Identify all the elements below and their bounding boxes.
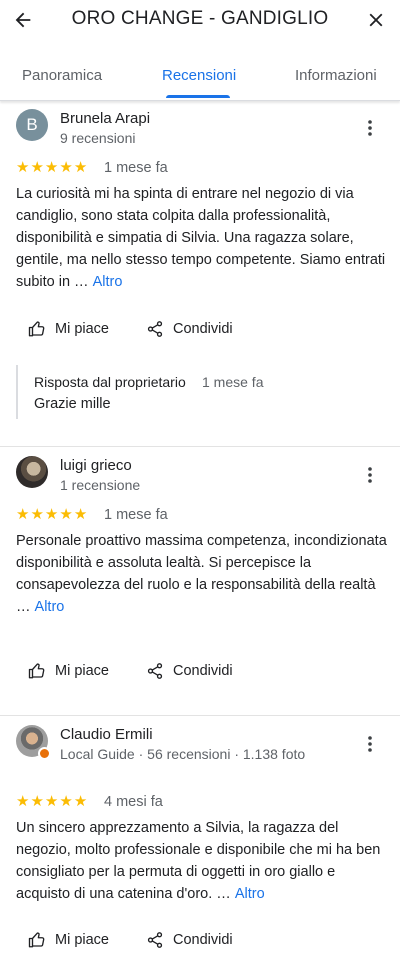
star-icon: ★ (59, 506, 73, 523)
star-icon: ★ (59, 793, 73, 810)
like-label: Mi piace (55, 321, 109, 337)
top-app-bar: ORO CHANGE - GANDIGLIO (0, 0, 400, 42)
review-card: Claudio Ermili Local Guide · 56 recensio… (0, 716, 400, 954)
star-icon: ★ (73, 793, 88, 810)
tab-selected-indicator (166, 95, 230, 98)
more-vert-icon[interactable] (360, 463, 380, 487)
star-icon: ★ (44, 159, 59, 176)
more-link[interactable]: Altro (235, 886, 265, 902)
review-text-content: La curiosità mi ha spinta di entrare nel… (16, 186, 386, 290)
star-rating: ★ ★ ★ ★ ★ (16, 160, 88, 176)
tab-bar: Panoramica Recensioni Informazioni (0, 42, 400, 101)
share-button[interactable]: Condividi (146, 657, 233, 685)
share-icon (147, 932, 163, 948)
star-icon: ★ (16, 506, 30, 523)
avatar[interactable] (16, 725, 51, 760)
review-text-content: Un sincero apprezzamento a Silvia, la ra… (16, 820, 381, 902)
star-icon: ★ (30, 506, 44, 523)
star-icon: ★ (59, 159, 73, 176)
like-button[interactable]: Mi piace (28, 315, 109, 343)
more-link[interactable]: Altro (93, 274, 123, 290)
reviewer-meta: Local Guide · 56 recensioni · 1.138 foto (60, 746, 306, 762)
owner-reply-text: Grazie mille (34, 396, 111, 412)
thumb-up-icon (28, 932, 45, 948)
reviewer-meta: 1 recensione (60, 477, 141, 493)
reviewer-name[interactable]: luigi grieco (60, 457, 132, 474)
reviewer-name[interactable]: Claudio Ermili (60, 726, 153, 743)
review-actions: Mi piace Condividi (16, 657, 356, 685)
review-text-content: Personale proattivo massima competenza, … (16, 533, 387, 615)
review-card: luigi grieco 1 recensione ★ ★ ★ ★ ★ 1 me… (0, 447, 400, 716)
tab-reviews[interactable]: Recensioni (162, 67, 236, 84)
review-text: Personale proattivo massima competenza, … (16, 530, 388, 618)
owner-reply-label: Risposta dal proprietario (34, 374, 186, 390)
review-actions: Mi piace Condividi (16, 315, 356, 343)
share-icon (147, 321, 163, 337)
avatar[interactable] (16, 456, 48, 488)
share-button[interactable]: Condividi (146, 926, 233, 954)
star-rating: ★ ★ ★ ★ ★ (16, 507, 88, 523)
thumb-up-icon (28, 321, 45, 337)
local-guide-badge-icon (38, 747, 51, 760)
share-label: Condividi (173, 932, 233, 948)
close-icon[interactable] (360, 4, 392, 36)
star-icon: ★ (73, 159, 88, 176)
reviewer-meta: 9 recensioni (60, 130, 136, 146)
tab-overview[interactable]: Panoramica (22, 67, 102, 84)
page-title: ORO CHANGE - GANDIGLIO (71, 8, 329, 29)
review-text: Un sincero apprezzamento a Silvia, la ra… (16, 817, 388, 905)
review-actions: Mi piace Condividi (16, 926, 356, 954)
share-icon (147, 663, 163, 679)
arrow-back-icon[interactable] (7, 4, 39, 36)
star-icon: ★ (44, 793, 59, 810)
like-label: Mi piace (55, 932, 109, 948)
star-icon: ★ (44, 506, 59, 523)
review-date: 4 mesi fa (104, 794, 163, 810)
owner-reply-date: 1 mese fa (202, 374, 264, 390)
star-icon: ★ (73, 506, 88, 523)
review-date: 1 mese fa (104, 160, 168, 176)
like-button[interactable]: Mi piace (28, 657, 109, 685)
reviewer-name[interactable]: Brunela Arapi (60, 110, 150, 127)
owner-reply: Risposta dal proprietario 1 mese fa Graz… (16, 365, 368, 419)
tab-info[interactable]: Informazioni (295, 67, 377, 84)
star-rating: ★ ★ ★ ★ ★ (16, 794, 88, 810)
share-button[interactable]: Condividi (146, 315, 233, 343)
share-label: Condividi (173, 663, 233, 679)
review-date: 1 mese fa (104, 507, 168, 523)
avatar[interactable]: B (16, 109, 48, 141)
star-icon: ★ (30, 793, 44, 810)
more-vert-icon[interactable] (360, 116, 380, 140)
review-text: La curiosità mi ha spinta di entrare nel… (16, 183, 388, 293)
more-link[interactable]: Altro (35, 599, 65, 615)
more-vert-icon[interactable] (360, 732, 380, 756)
star-icon: ★ (16, 793, 30, 810)
share-label: Condividi (173, 321, 233, 337)
review-card: B Brunela Arapi 9 recensioni ★ ★ ★ ★ ★ 1… (0, 100, 400, 447)
like-label: Mi piace (55, 663, 109, 679)
thumb-up-icon (28, 663, 45, 679)
star-icon: ★ (30, 159, 44, 176)
star-icon: ★ (16, 159, 30, 176)
like-button[interactable]: Mi piace (28, 926, 109, 954)
